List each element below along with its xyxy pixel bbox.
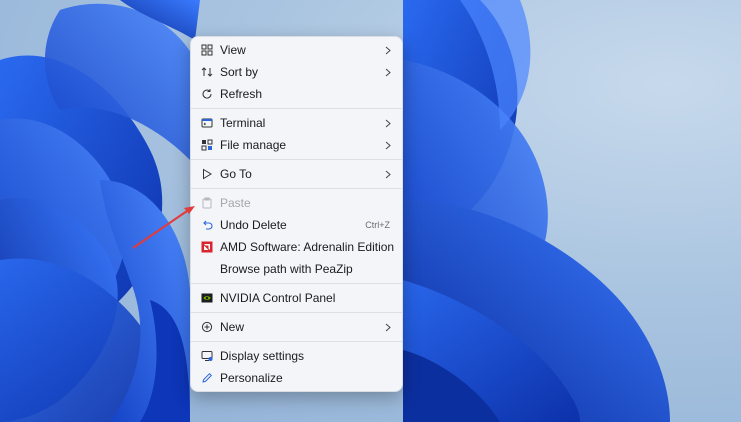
chevron-right-icon bbox=[384, 169, 392, 179]
menu-item-view[interactable]: View bbox=[191, 39, 402, 61]
menu-item-new[interactable]: New bbox=[191, 316, 402, 338]
menu-separator bbox=[191, 188, 402, 189]
menu-item-label: Go To bbox=[220, 167, 252, 181]
file-manage-icon bbox=[201, 139, 213, 151]
menu-item-label: AMD Software: Adrenalin Edition bbox=[220, 240, 395, 254]
menu-item-label: Display settings bbox=[220, 349, 305, 363]
menu-item-label: Sort by bbox=[220, 65, 259, 79]
refresh-icon bbox=[201, 88, 213, 100]
undo-icon bbox=[201, 219, 213, 231]
chevron-right-icon bbox=[384, 118, 392, 128]
menu-item-sort-by[interactable]: Sort by bbox=[191, 61, 402, 83]
menu-item-file-manage[interactable]: File manage bbox=[191, 134, 402, 156]
menu-item-label: View bbox=[220, 43, 246, 57]
menu-item-label: File manage bbox=[220, 138, 287, 152]
pen-icon bbox=[201, 372, 213, 384]
chevron-right-icon bbox=[384, 67, 392, 77]
menu-item-label: Undo Delete bbox=[220, 218, 287, 232]
menu-item-go-to[interactable]: Go To bbox=[191, 163, 402, 185]
menu-item-undo-delete[interactable]: Undo Delete Ctrl+Z bbox=[191, 214, 402, 236]
menu-item-refresh[interactable]: Refresh bbox=[191, 83, 402, 105]
plus-circle-icon bbox=[201, 321, 213, 333]
menu-item-label: Paste bbox=[220, 196, 251, 210]
menu-item-personalize[interactable]: Personalize bbox=[191, 367, 402, 389]
chevron-right-icon bbox=[384, 45, 392, 55]
grid-icon bbox=[201, 44, 213, 56]
menu-item-label: Personalize bbox=[220, 371, 283, 385]
menu-item-label: New bbox=[220, 320, 245, 334]
menu-item-label: Browse path with PeaZip bbox=[220, 262, 353, 276]
chevron-right-icon bbox=[384, 322, 392, 332]
menu-item-paste: Paste bbox=[191, 192, 402, 214]
desktop[interactable]: View Sort by Refresh Terminal File manag… bbox=[0, 0, 741, 422]
menu-item-label: NVIDIA Control Panel bbox=[220, 291, 336, 305]
menu-item-label: Refresh bbox=[220, 87, 263, 101]
menu-separator bbox=[191, 283, 402, 284]
menu-item-nvidia[interactable]: NVIDIA Control Panel bbox=[191, 287, 402, 309]
menu-separator bbox=[191, 341, 402, 342]
display-icon bbox=[201, 350, 213, 362]
desktop-context-menu: View Sort by Refresh Terminal File manag… bbox=[190, 36, 403, 392]
menu-separator bbox=[191, 312, 402, 313]
menu-item-terminal[interactable]: Terminal bbox=[191, 112, 402, 134]
paste-icon bbox=[201, 197, 213, 209]
menu-separator bbox=[191, 108, 402, 109]
menu-item-peazip[interactable]: Browse path with PeaZip bbox=[191, 258, 402, 280]
chevron-right-icon bbox=[384, 140, 392, 150]
amd-icon bbox=[201, 241, 213, 253]
terminal-icon bbox=[201, 117, 213, 129]
nvidia-icon bbox=[201, 292, 213, 304]
sort-icon bbox=[201, 66, 213, 78]
blank-icon bbox=[201, 263, 213, 275]
shortcut-label: Ctrl+Z bbox=[365, 220, 390, 230]
menu-item-label: Terminal bbox=[220, 116, 266, 130]
menu-item-display-settings[interactable]: Display settings bbox=[191, 345, 402, 367]
menu-separator bbox=[191, 159, 402, 160]
menu-item-amd-software[interactable]: AMD Software: Adrenalin Edition bbox=[191, 236, 402, 258]
play-icon bbox=[201, 168, 213, 180]
